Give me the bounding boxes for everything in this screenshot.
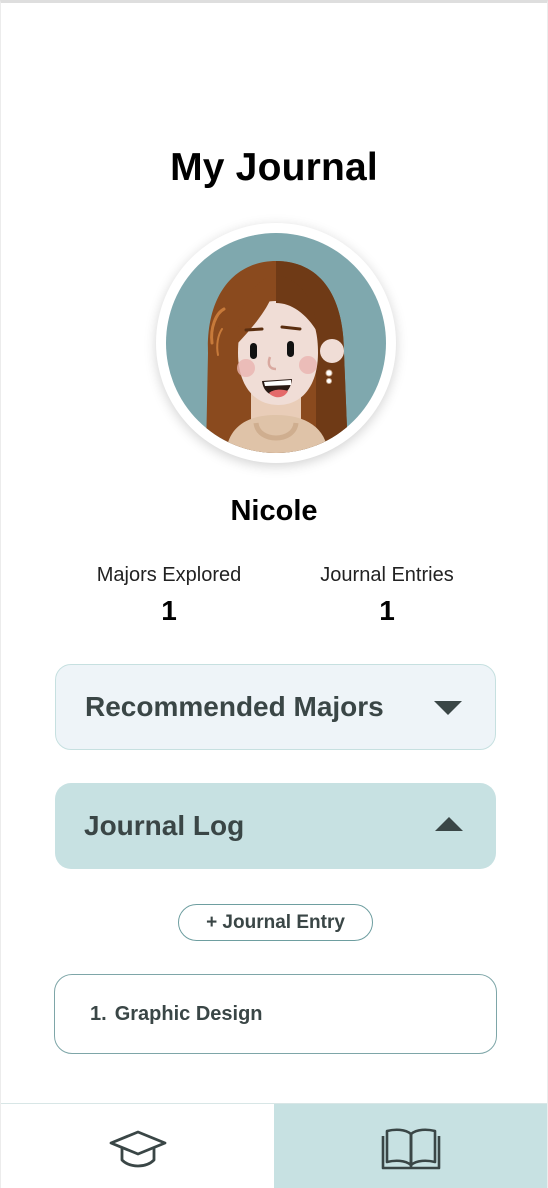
- avatar[interactable]: [156, 223, 396, 463]
- entry-title: Graphic Design: [114, 1002, 263, 1025]
- accordion-label: Journal Log: [84, 810, 245, 841]
- journal-entry-item[interactable]: 1. Graphic Design: [54, 974, 497, 1054]
- nav-journal-tab[interactable]: [274, 1104, 547, 1188]
- stat-majors-explored: Majors Explored 1: [69, 564, 269, 627]
- entry-number: 1.: [90, 1002, 107, 1025]
- stat-journal-entries: Journal Entries 1: [287, 564, 487, 627]
- nav-majors-tab[interactable]: [1, 1104, 274, 1188]
- avatar-illustration: [166, 233, 386, 453]
- bottom-nav: [1, 1103, 547, 1188]
- stat-value: 1: [161, 595, 177, 626]
- journal-log-accordion[interactable]: Journal Log: [55, 783, 496, 869]
- open-book-icon: [381, 1127, 440, 1169]
- stat-value: 1: [379, 595, 395, 626]
- page-title: My Journal: [170, 146, 378, 189]
- recommended-majors-accordion[interactable]: Recommended Majors: [55, 664, 496, 750]
- stat-label: Journal Entries: [320, 564, 454, 586]
- profile-name: Nicole: [230, 495, 318, 527]
- caret-down-icon: [434, 701, 462, 715]
- caret-up-icon: [435, 817, 463, 831]
- accordion-label: Recommended Majors: [85, 691, 384, 722]
- app-screen: My Journal Nicole Majors Explored 1 Jour…: [0, 0, 548, 1188]
- stat-label: Majors Explored: [96, 564, 242, 586]
- add-journal-entry-button[interactable]: + Journal Entry: [178, 904, 373, 941]
- graduation-cap-icon: [109, 1130, 166, 1167]
